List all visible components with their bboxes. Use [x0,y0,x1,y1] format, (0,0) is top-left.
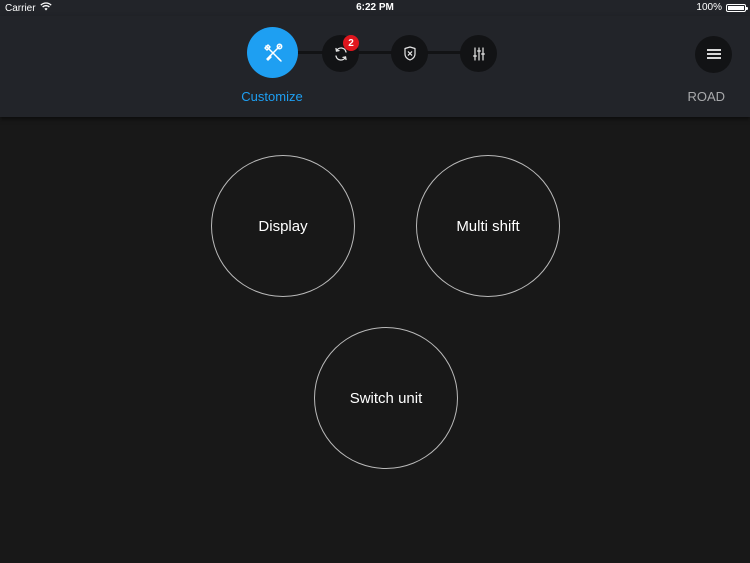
display-button-label: Display [258,217,308,235]
switch-unit-button[interactable]: Switch unit [314,327,458,469]
step-customize-label: Customize [241,89,303,104]
header-bar: Customize 2 ROAD [0,16,750,117]
menu-button[interactable] [695,36,732,73]
menu-lines-icon [706,46,721,64]
switch-unit-button-label: Switch unit [349,389,423,407]
clock: 6:22 PM [356,2,394,13]
mode-label: ROAD [687,89,725,104]
battery-percent: 100% [696,2,722,13]
battery-group: 100% [696,2,748,13]
multi-shift-button[interactable]: Multi shift [416,155,560,297]
step-customize-button[interactable] [247,27,298,78]
status-bar: Carrier 6:22 PM 100% [0,0,750,16]
display-button[interactable]: Display [211,155,355,297]
tools-icon [262,42,284,64]
sliders-icon [472,46,486,61]
step-shield-button[interactable] [391,35,428,72]
step-settings-button[interactable] [460,35,497,72]
sync-count-badge: 2 [343,35,359,51]
battery-icon [726,3,748,12]
shield-icon [403,46,417,61]
multi-shift-button-label: Multi shift [456,217,520,235]
